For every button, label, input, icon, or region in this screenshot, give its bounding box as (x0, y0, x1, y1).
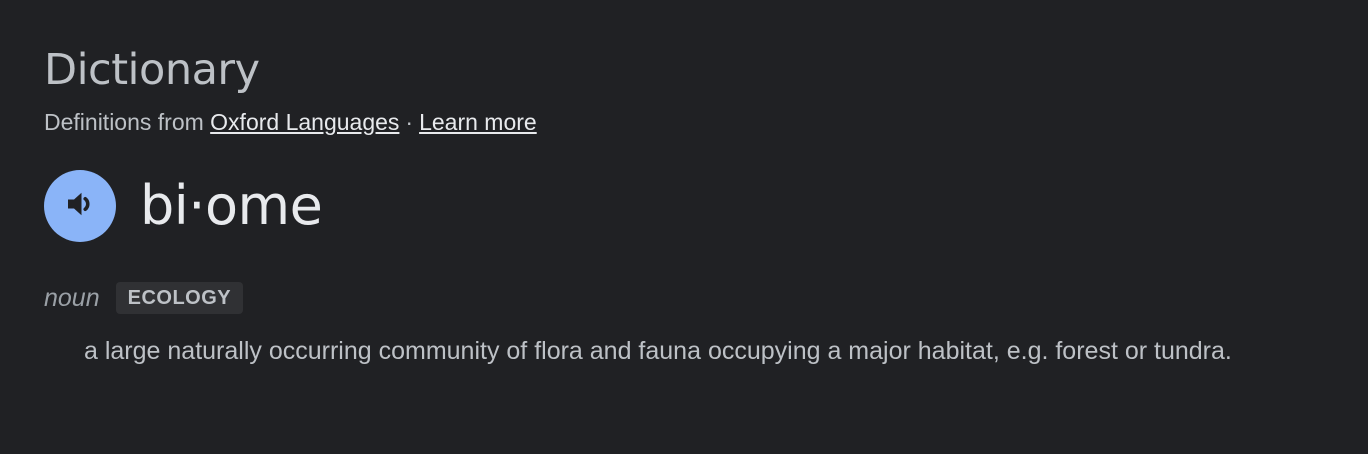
speaker-icon (62, 186, 98, 227)
source-line: Definitions from Oxford Languages · Learn … (44, 107, 537, 137)
subject-label-badge: ECOLOGY (115, 282, 244, 314)
oxford-languages-link[interactable]: Oxford Languages (210, 109, 399, 135)
dictionary-card: Dictionary Definitions from Oxford Langu… (0, 0, 1368, 454)
source-prefix: Definitions from (44, 109, 204, 135)
dictionary-title: Dictionary (44, 45, 260, 95)
part-of-speech: noun (44, 284, 100, 312)
part-of-speech-row: noun ECOLOGY (44, 282, 244, 314)
pronounce-button[interactable] (44, 170, 116, 242)
learn-more-link[interactable]: Learn more (419, 109, 537, 135)
separator-dot: · (405, 109, 414, 135)
headword: bi·ome (140, 174, 323, 237)
definition-text: a large naturally occurring community of… (84, 337, 1232, 365)
